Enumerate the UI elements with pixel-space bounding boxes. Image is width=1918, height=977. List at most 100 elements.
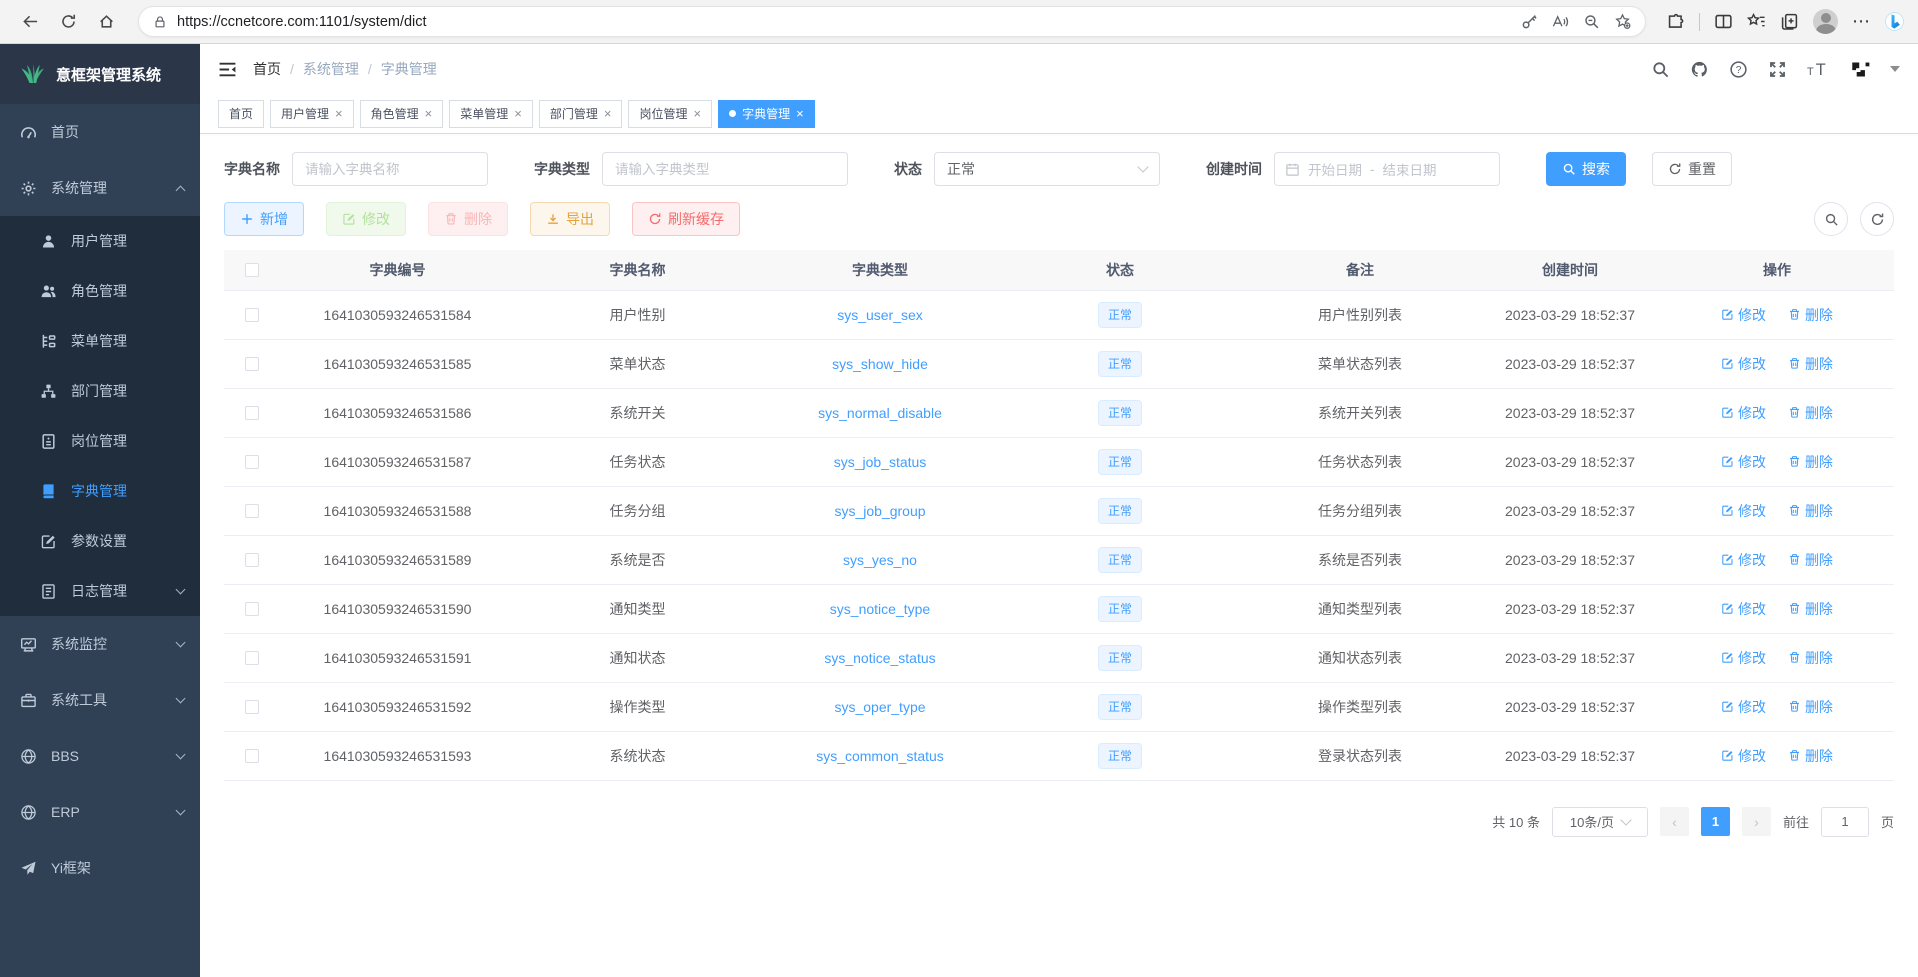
extensions-icon[interactable]	[1666, 12, 1685, 31]
collections-icon[interactable]	[1780, 12, 1799, 31]
browser-refresh-button[interactable]	[52, 6, 84, 38]
row-delete-button[interactable]: 删除	[1788, 697, 1833, 717]
edit-button[interactable]: 修改	[326, 202, 406, 236]
row-edit-button[interactable]: 修改	[1721, 501, 1766, 521]
refresh-table-button[interactable]	[1860, 202, 1894, 236]
row-delete-button[interactable]: 删除	[1788, 403, 1833, 423]
browser-home-button[interactable]	[90, 6, 122, 38]
row-checkbox[interactable]	[245, 700, 259, 714]
row-checkbox[interactable]	[245, 602, 259, 616]
sidebar-item-角色管理[interactable]: 角色管理	[0, 266, 200, 316]
goto-page-input[interactable]	[1821, 807, 1869, 837]
zoom-out-icon[interactable]	[1583, 13, 1600, 30]
row-delete-button[interactable]: 删除	[1788, 452, 1833, 472]
read-aloud-icon[interactable]	[1552, 13, 1569, 30]
toggle-search-button[interactable]	[1814, 202, 1848, 236]
search-button[interactable]: 搜索	[1546, 152, 1626, 186]
sidebar-item-部门管理[interactable]: 部门管理	[0, 366, 200, 416]
row-edit-button[interactable]: 修改	[1721, 452, 1766, 472]
prev-page-button[interactable]: ‹	[1660, 807, 1689, 836]
row-edit-button[interactable]: 修改	[1721, 550, 1766, 570]
dict-type-link[interactable]: sys_job_status	[834, 454, 927, 470]
dict-type-link[interactable]: sys_notice_type	[830, 601, 930, 617]
browser-profile-avatar[interactable]	[1813, 9, 1838, 34]
sidebar-item-Yi框架[interactable]: Yi框架	[0, 840, 200, 896]
address-bar[interactable]: https://ccnetcore.com:1101/system/dict	[138, 6, 1646, 37]
close-icon[interactable]: ×	[796, 107, 804, 120]
dict-type-link[interactable]: sys_normal_disable	[818, 405, 942, 421]
sidebar-item-ERP[interactable]: ERP	[0, 784, 200, 840]
sidebar-collapse-icon[interactable]	[218, 61, 237, 78]
close-icon[interactable]: ×	[425, 107, 433, 120]
sidebar-item-系统管理[interactable]: 系统管理	[0, 160, 200, 216]
tab-用户管理[interactable]: 用户管理 ×	[270, 100, 354, 128]
row-checkbox[interactable]	[245, 455, 259, 469]
close-icon[interactable]: ×	[693, 107, 701, 120]
row-delete-button[interactable]: 删除	[1788, 550, 1833, 570]
row-checkbox[interactable]	[245, 406, 259, 420]
browser-menu-icon[interactable]: ⋯	[1852, 11, 1871, 32]
browser-back-button[interactable]	[14, 6, 46, 38]
row-checkbox[interactable]	[245, 504, 259, 518]
date-range-picker[interactable]: 开始日期 - 结束日期	[1274, 152, 1500, 186]
row-edit-button[interactable]: 修改	[1721, 599, 1766, 619]
fullscreen-icon[interactable]	[1768, 60, 1787, 79]
close-icon[interactable]: ×	[335, 107, 343, 120]
dict-type-link[interactable]: sys_user_sex	[837, 307, 923, 323]
export-button[interactable]: 导出	[530, 202, 610, 236]
tab-部门管理[interactable]: 部门管理 ×	[539, 100, 623, 128]
bing-chat-icon[interactable]	[1885, 12, 1904, 31]
dict-type-link[interactable]: sys_job_group	[834, 503, 925, 519]
row-edit-button[interactable]: 修改	[1721, 746, 1766, 766]
row-edit-button[interactable]: 修改	[1721, 305, 1766, 325]
close-icon[interactable]: ×	[604, 107, 612, 120]
row-delete-button[interactable]: 删除	[1788, 305, 1833, 325]
font-size-icon[interactable]: TT	[1807, 60, 1831, 79]
dict-type-link[interactable]: sys_common_status	[816, 748, 944, 764]
row-checkbox[interactable]	[245, 651, 259, 665]
row-delete-button[interactable]: 删除	[1788, 648, 1833, 668]
page-size-select[interactable]: 10条/页	[1552, 807, 1648, 837]
password-key-icon[interactable]	[1521, 13, 1538, 30]
tab-岗位管理[interactable]: 岗位管理 ×	[628, 100, 712, 128]
github-icon[interactable]	[1690, 60, 1709, 79]
header-search-icon[interactable]	[1651, 60, 1670, 79]
reset-button[interactable]: 重置	[1652, 152, 1732, 186]
dict-type-link[interactable]: sys_show_hide	[832, 356, 928, 372]
row-delete-button[interactable]: 删除	[1788, 746, 1833, 766]
row-edit-button[interactable]: 修改	[1721, 403, 1766, 423]
add-button[interactable]: 新增	[224, 202, 304, 236]
sidebar-item-日志管理[interactable]: 日志管理	[0, 566, 200, 616]
row-delete-button[interactable]: 删除	[1788, 354, 1833, 374]
sidebar-item-菜单管理[interactable]: 菜单管理	[0, 316, 200, 366]
breadcrumb-home[interactable]: 首页	[253, 59, 281, 79]
dict-type-link[interactable]: sys_oper_type	[834, 699, 925, 715]
help-icon[interactable]: ?	[1729, 60, 1748, 79]
status-select[interactable]: 正常	[934, 152, 1160, 186]
row-delete-button[interactable]: 删除	[1788, 501, 1833, 521]
url-text[interactable]: https://ccnetcore.com:1101/system/dict	[177, 14, 1521, 30]
dict-type-link[interactable]: sys_yes_no	[843, 552, 917, 568]
tab-菜单管理[interactable]: 菜单管理 ×	[449, 100, 533, 128]
user-avatar-logo[interactable]	[1851, 60, 1870, 79]
sidebar-item-岗位管理[interactable]: 岗位管理	[0, 416, 200, 466]
row-checkbox[interactable]	[245, 749, 259, 763]
refresh-cache-button[interactable]: 刷新缓存	[632, 202, 740, 236]
favorites-bar-icon[interactable]	[1747, 12, 1766, 31]
row-edit-button[interactable]: 修改	[1721, 648, 1766, 668]
tab-角色管理[interactable]: 角色管理 ×	[360, 100, 444, 128]
split-screen-icon[interactable]	[1714, 12, 1733, 31]
row-delete-button[interactable]: 删除	[1788, 599, 1833, 619]
sidebar-item-系统工具[interactable]: 系统工具	[0, 672, 200, 728]
page-number-1[interactable]: 1	[1701, 807, 1730, 836]
row-edit-button[interactable]: 修改	[1721, 354, 1766, 374]
sidebar-item-BBS[interactable]: BBS	[0, 728, 200, 784]
row-checkbox[interactable]	[245, 357, 259, 371]
chevron-down-icon[interactable]	[1890, 66, 1900, 72]
next-page-button[interactable]: ›	[1742, 807, 1771, 836]
dict-type-link[interactable]: sys_notice_status	[824, 650, 935, 666]
add-favorite-icon[interactable]	[1614, 13, 1631, 30]
tab-首页[interactable]: 首页	[218, 100, 264, 128]
sidebar-item-用户管理[interactable]: 用户管理	[0, 216, 200, 266]
select-all-checkbox[interactable]	[245, 263, 259, 277]
